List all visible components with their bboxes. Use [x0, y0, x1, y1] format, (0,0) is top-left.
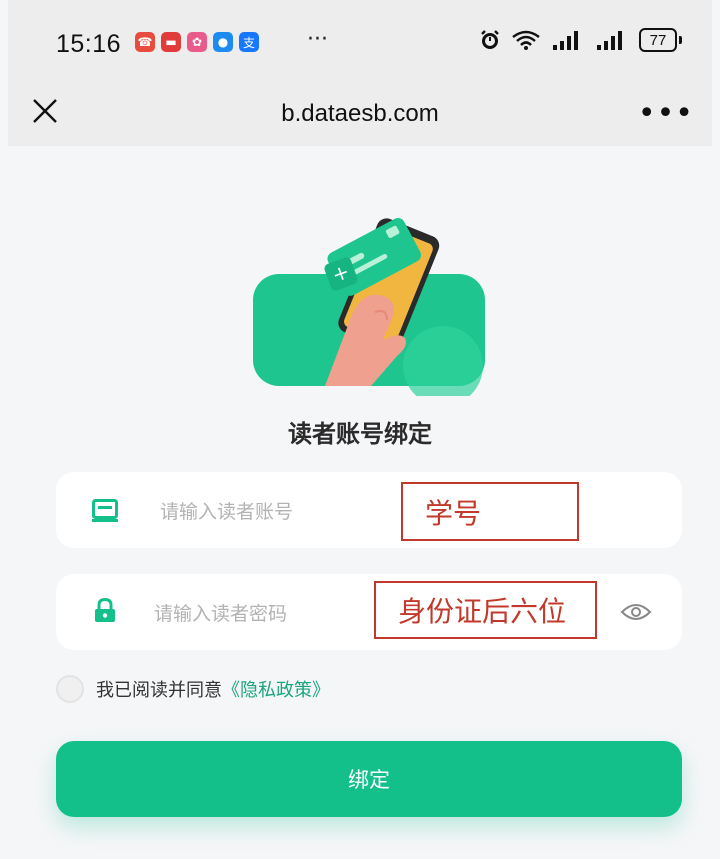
phone-screen: 15:16 ☎ ▬ ✿ ● 支 ··· 77 b.dataesb.com •••… — [8, 0, 712, 859]
account-annotation: 学号 — [401, 482, 579, 541]
password-annotation: 身份证后六位 — [374, 581, 597, 639]
alipay-icon: 支 — [239, 32, 259, 52]
missed-call-icon: ☎ — [135, 32, 155, 52]
account-field — [56, 472, 682, 548]
privacy-agreement: 我已阅读并同意 《隐私政策》 — [56, 674, 330, 704]
agree-label: 我已阅读并同意 — [96, 680, 222, 701]
alarm-icon — [481, 30, 499, 49]
id-card-icon — [92, 499, 118, 522]
agree-radio[interactable] — [56, 675, 84, 703]
browser-nav-bar: b.dataesb.com ••• — [8, 80, 712, 146]
page-heading: 读者账号绑定 — [288, 420, 432, 448]
battery-level: 77 — [639, 28, 677, 52]
huawei-app-icon: ▬ — [161, 32, 181, 52]
signal-icon — [553, 31, 578, 50]
more-options-icon[interactable]: ••• — [638, 96, 694, 131]
status-time: 15:16 — [56, 30, 122, 58]
status-indicators: 77 — [479, 28, 682, 52]
battery-indicator: 77 — [639, 28, 682, 52]
privacy-policy-link[interactable]: 《隐私政策》 — [222, 676, 330, 702]
lock-icon — [95, 597, 115, 622]
shopping-app-icon: ✿ — [187, 32, 207, 52]
page-url-title: b.dataesb.com — [281, 100, 439, 127]
eye-icon[interactable] — [620, 600, 652, 624]
wifi-icon — [512, 30, 540, 50]
bind-button[interactable]: 绑定 — [56, 741, 682, 817]
more-notifications-icon: ··· — [307, 27, 328, 52]
signal-icon-2 — [597, 31, 622, 50]
hand-phone-illustration: + — [253, 218, 485, 396]
message-app-icon: ● — [213, 32, 233, 52]
battery-tip — [679, 36, 682, 44]
main-content: + 读者账号绑定 学号 身份证后六位 — [8, 146, 712, 859]
notification-icons: ☎ ▬ ✿ ● 支 — [135, 32, 259, 52]
status-bar: 15:16 ☎ ▬ ✿ ● 支 ··· 77 — [8, 0, 712, 80]
